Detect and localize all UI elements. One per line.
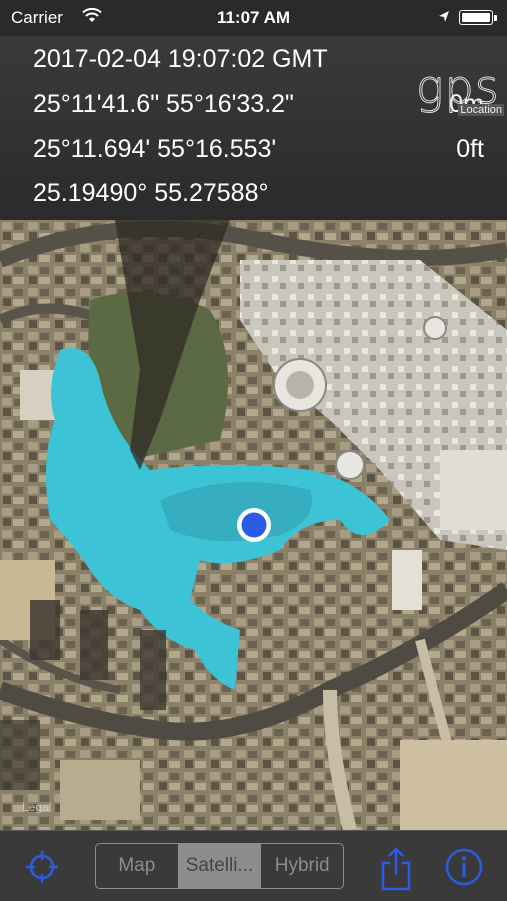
locate-me-button[interactable]	[24, 849, 60, 885]
share-button[interactable]	[378, 847, 414, 891]
status-bar: Carrier 11:07 AM	[0, 0, 507, 36]
datetime-label: 2017-02-04 19:07:02 GMT	[33, 45, 328, 73]
satellite-imagery	[0, 220, 507, 830]
logo-subtext: Location	[458, 104, 504, 116]
segment-hybrid[interactable]: Hybrid	[260, 844, 343, 888]
segment-satellite[interactable]: Satelli...	[177, 844, 261, 888]
battery-icon	[459, 10, 497, 25]
bottom-toolbar: Map Satelli... Hybrid	[0, 830, 507, 901]
dms-coordinates: 25°11'41.6" 55°16'33.2"	[33, 90, 294, 118]
map-type-selector: Map Satelli... Hybrid	[95, 843, 344, 889]
info-icon	[445, 848, 483, 886]
share-icon	[381, 847, 411, 891]
info-button[interactable]	[444, 847, 484, 887]
segment-map[interactable]: Map	[96, 844, 178, 888]
coordinates-panel: 2017-02-04 19:07:02 GMT 25°11'41.6" 55°1…	[0, 36, 507, 220]
satellite-map[interactable]: Legal	[0, 220, 507, 830]
altitude-feet: 0ft	[456, 135, 484, 163]
gps-location-logo: gps Location	[416, 60, 504, 120]
decimal-coordinates: 25.19490° 55.27588°	[33, 179, 269, 207]
location-arrow-icon	[438, 9, 450, 29]
crosshair-icon	[26, 851, 58, 883]
status-time: 11:07 AM	[216, 8, 291, 27]
legal-link[interactable]: Legal	[22, 800, 51, 814]
dm-coordinates: 25°11.694' 55°16.553'	[33, 135, 277, 163]
